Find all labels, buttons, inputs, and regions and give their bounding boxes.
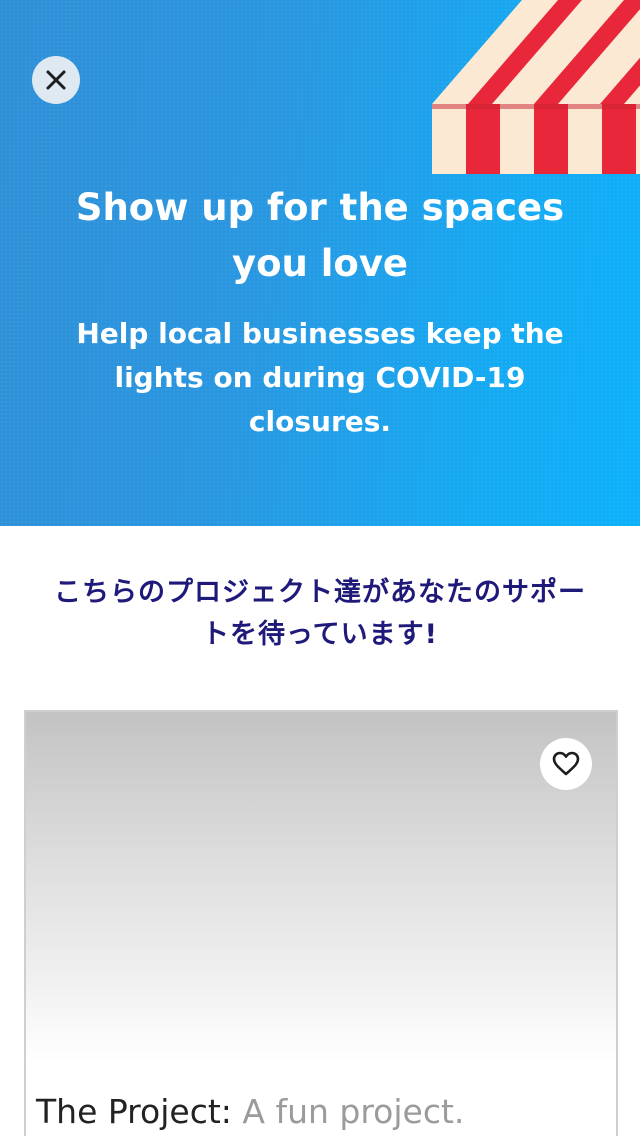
banner-subtitle: Help local businesses keep the lights on… [60,312,580,444]
favorite-button[interactable] [540,738,592,790]
banner-title-line: Show up for the spaces [75,186,565,229]
project-caption[interactable]: The Project: A fun project. [36,1084,596,1136]
close-icon [46,70,66,90]
banner-subtitle-line: closures. [248,405,392,438]
project-description: A fun project. [231,1092,465,1131]
project-name: The Project: [36,1092,232,1131]
promo-banner: Show up for the spaces you love Help loc… [0,0,640,526]
banner-subtitle-line: Help local businesses keep the [76,317,564,350]
section-heading-line: こちらのプロジェクト達があなたのサポー [54,577,586,608]
screen: Show up for the spaces you love Help loc… [0,0,640,1136]
project-image[interactable] [26,712,616,1062]
banner-title-line: you love [231,242,409,285]
heart-outline-icon [552,751,580,776]
section-heading: こちらのプロジェクト達があなたのサポー トを待っています! [20,572,620,656]
awning-illustration [432,0,640,174]
close-button[interactable] [32,56,80,104]
banner-title: Show up for the spaces you love [40,180,600,292]
section-heading-line: トを待っています! [202,619,438,650]
project-card[interactable] [24,710,618,1136]
banner-subtitle-line: lights on during COVID-19 [114,361,526,394]
